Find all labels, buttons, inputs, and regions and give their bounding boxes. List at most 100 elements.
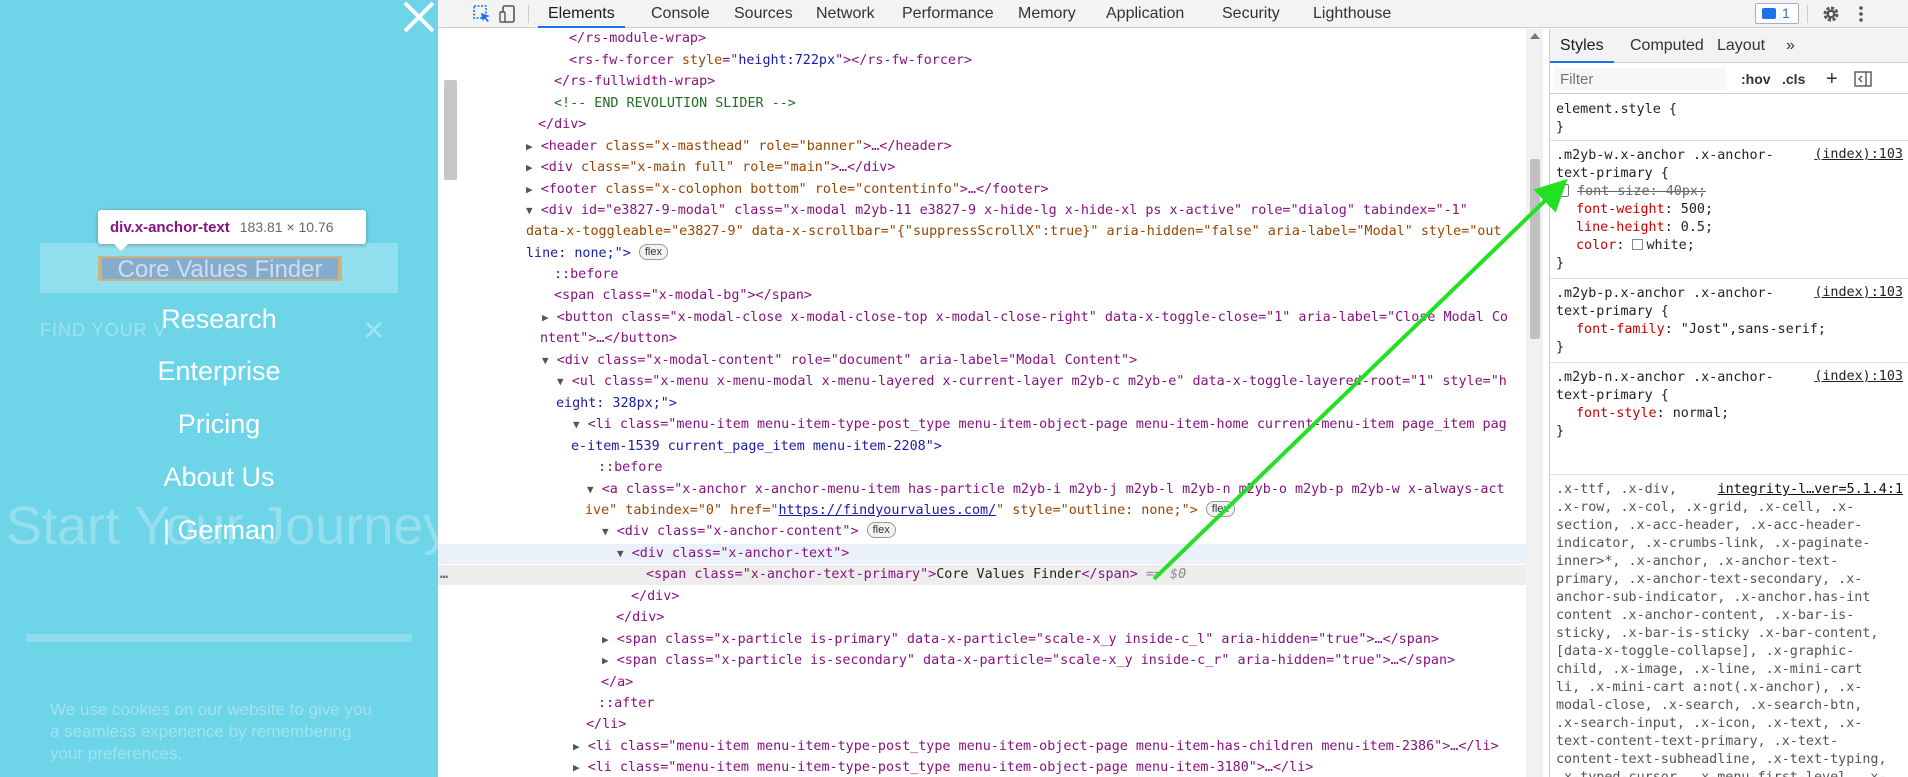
rule-selector[interactable]: text-primary { <box>1556 387 1669 405</box>
dom-node-a-cont[interactable]: ive" tabindex="0" href="https://findyour… <box>438 501 1526 521</box>
gear-icon[interactable] <box>1821 4 1841 24</box>
dom-node-anchor-text[interactable]: ▼ <div class="x-anchor-text"> <box>438 544 1526 564</box>
dom-pseudo-before[interactable]: ::before <box>438 458 1526 478</box>
declaration-font-style[interactable]: font-style: normal; <box>1576 405 1729 423</box>
dom-node[interactable]: </rs-module-wrap> <box>438 29 1526 49</box>
flex-badge[interactable]: flex <box>1205 501 1235 517</box>
rule-selector[interactable]: element.style { <box>1556 101 1677 119</box>
close-icon[interactable] <box>400 0 438 36</box>
tab-lighthouse[interactable]: Lighthouse <box>1313 0 1391 28</box>
dom-node-ul-cont[interactable]: eight: 328px;"> <box>438 394 1526 414</box>
dom-node-modal-content[interactable]: ▼ <div class="x-modal-content" role="doc… <box>438 351 1526 371</box>
href-link[interactable]: https://findyourvalues.com/ <box>778 503 996 518</box>
tab-performance[interactable]: Performance <box>902 0 994 28</box>
dom-pseudo-before[interactable]: ::before <box>438 265 1526 285</box>
menu-link-enterprise[interactable]: Enterprise <box>0 356 438 387</box>
expand-triangle-icon[interactable]: ▶ <box>542 311 549 324</box>
expand-triangle-icon[interactable]: ▶ <box>526 161 533 174</box>
dom-node-particle[interactable]: ▶ <span class="x-particle is-secondary" … <box>438 651 1526 671</box>
dom-node-li[interactable]: ▶ <li class="menu-item menu-item-type-po… <box>438 758 1526 777</box>
dom-node-li-cont[interactable]: e-item-1539 current_page_item menu-item-… <box>438 437 1526 457</box>
declaration-font-size[interactable]: font-size: 40px; <box>1556 183 1706 201</box>
dom-comment[interactable]: <!-- END REVOLUTION SLIDER --> <box>438 94 1526 114</box>
dom-node-footer[interactable]: ▶ <footer class="x-colophon bottom" role… <box>438 180 1526 200</box>
dom-node-anchor-content[interactable]: ▼ <div class="x-anchor-content"> flex <box>438 522 1526 542</box>
dom-node-a[interactable]: ▼ <a class="x-anchor x-anchor-menu-item … <box>438 480 1526 500</box>
rule-selector[interactable]: .m2yb-w.x-anchor .x-anchor- <box>1556 147 1774 165</box>
rule-source-link[interactable]: (index):103 <box>1814 285 1903 300</box>
cls-toggle[interactable]: .cls <box>1782 64 1805 94</box>
dom-node[interactable]: <rs-fw-forcer style="height:722px"></rs-… <box>438 51 1526 71</box>
collapse-triangle-icon[interactable]: ▼ <box>542 354 549 367</box>
menu-link-about-us[interactable]: About Us <box>0 462 438 493</box>
styles-filter-input[interactable] <box>1554 68 1726 90</box>
device-toggle-icon[interactable] <box>498 4 518 24</box>
collapse-triangle-icon[interactable]: ▼ <box>557 375 564 388</box>
dom-node-modal-cont[interactable]: data-x-toggleable="e3827-9" data-x-scrol… <box>438 222 1526 242</box>
tab-application[interactable]: Application <box>1106 0 1184 28</box>
expand-triangle-icon[interactable]: ▶ <box>602 633 609 646</box>
dom-node[interactable]: </li> <box>438 715 1526 735</box>
tab-elements[interactable]: Elements <box>538 0 625 28</box>
dom-node[interactable]: </div> <box>438 608 1526 628</box>
dom-node-button[interactable]: ▶ <button class="x-modal-close x-modal-c… <box>438 308 1526 328</box>
expand-triangle-icon[interactable]: ▶ <box>573 761 580 774</box>
dom-node-header[interactable]: ▶ <header class="x-masthead" role="banne… <box>438 137 1526 157</box>
scroll-up-icon[interactable] <box>1530 33 1540 39</box>
dom-node-selected[interactable]: … <span class="x-anchor-text-primary">Cor… <box>438 565 1526 585</box>
expand-triangle-icon[interactable]: ▶ <box>602 654 609 667</box>
dom-node[interactable]: </a> <box>438 673 1526 693</box>
rule-source-link[interactable]: (index):103 <box>1814 369 1903 384</box>
elements-scrollbar[interactable] <box>1526 29 1543 777</box>
rule-selector[interactable]: text-primary { <box>1556 303 1669 321</box>
tab-console[interactable]: Console <box>651 0 710 28</box>
dom-node[interactable]: </div> <box>438 115 1526 135</box>
dom-node[interactable]: </div> <box>438 587 1526 607</box>
collapse-triangle-icon[interactable]: ▼ <box>587 483 594 496</box>
rule-selector[interactable]: .m2yb-p.x-anchor .x-anchor- <box>1556 285 1774 303</box>
expand-triangle-icon[interactable]: ▶ <box>526 183 533 196</box>
tab-sources[interactable]: Sources <box>734 0 793 28</box>
inspect-icon[interactable] <box>472 4 492 24</box>
node-actions-icon[interactable]: … <box>440 565 448 585</box>
expand-triangle-icon[interactable]: ▶ <box>573 740 580 753</box>
kebab-menu-icon[interactable] <box>1851 4 1871 24</box>
issues-badge[interactable]: 1 <box>1755 3 1799 24</box>
scrollbar-thumb[interactable] <box>1530 159 1540 339</box>
menu-link-pricing[interactable]: Pricing <box>0 409 438 440</box>
declaration-line-height[interactable]: line-height: 0.5; <box>1576 219 1713 237</box>
tab-layout[interactable]: Layout <box>1717 29 1765 63</box>
hov-toggle[interactable]: :hov <box>1741 64 1771 94</box>
dom-node[interactable]: </rs-fullwidth-wrap> <box>438 72 1526 92</box>
new-rule-icon[interactable]: + <box>1826 64 1838 94</box>
declaration-color[interactable]: color: white; <box>1576 237 1695 255</box>
dom-node-modal-cont[interactable]: line: none;"> flex <box>438 244 1526 264</box>
tab-styles[interactable]: Styles <box>1550 29 1614 63</box>
color-swatch[interactable] <box>1632 239 1644 250</box>
tab-security[interactable]: Security <box>1222 0 1280 28</box>
tab-computed[interactable]: Computed <box>1630 29 1704 63</box>
dom-pseudo-after[interactable]: ::after <box>438 694 1526 714</box>
rule-selector[interactable]: text-primary { <box>1556 165 1669 183</box>
tab-memory[interactable]: Memory <box>1018 0 1076 28</box>
dom-node-li[interactable]: ▼ <li class="menu-item menu-item-type-po… <box>438 415 1526 435</box>
menu-link-research[interactable]: Research <box>0 304 438 335</box>
inherited-selector-list[interactable]: integrity-l…ver=5.1.4:1 .x-ttf, .x-div,.… <box>1550 481 1908 777</box>
collapse-triangle-icon[interactable]: ▼ <box>617 547 624 560</box>
rule-source-link[interactable]: (index):103 <box>1814 147 1903 162</box>
dom-node-ul[interactable]: ▼ <ul class="x-menu x-menu-modal x-menu-… <box>438 372 1526 392</box>
dom-node-particle[interactable]: ▶ <span class="x-particle is-primary" da… <box>438 630 1526 650</box>
collapse-triangle-icon[interactable]: ▼ <box>573 418 580 431</box>
dom-node-main[interactable]: ▶ <div class="x-main full" role="main">…… <box>438 158 1526 178</box>
more-tabs-icon[interactable]: » <box>1786 29 1795 63</box>
flex-badge[interactable]: flex <box>638 244 668 260</box>
declaration-checkbox[interactable] <box>1556 184 1569 197</box>
rule-selector[interactable]: .m2yb-n.x-anchor .x-anchor- <box>1556 369 1774 387</box>
declaration-font-family[interactable]: font-family: "Jost",sans-serif; <box>1576 321 1826 339</box>
collapse-triangle-icon[interactable]: ▼ <box>526 204 533 217</box>
dom-node[interactable]: <span class="x-modal-bg"></span> <box>438 286 1526 306</box>
menu-link-german[interactable]: | German <box>0 515 438 546</box>
sidebar-toggle-icon[interactable] <box>1854 71 1872 87</box>
dom-node-button-cont[interactable]: ntent">…</button> <box>438 329 1526 349</box>
dom-node-li[interactable]: ▶ <li class="menu-item menu-item-type-po… <box>438 737 1526 757</box>
